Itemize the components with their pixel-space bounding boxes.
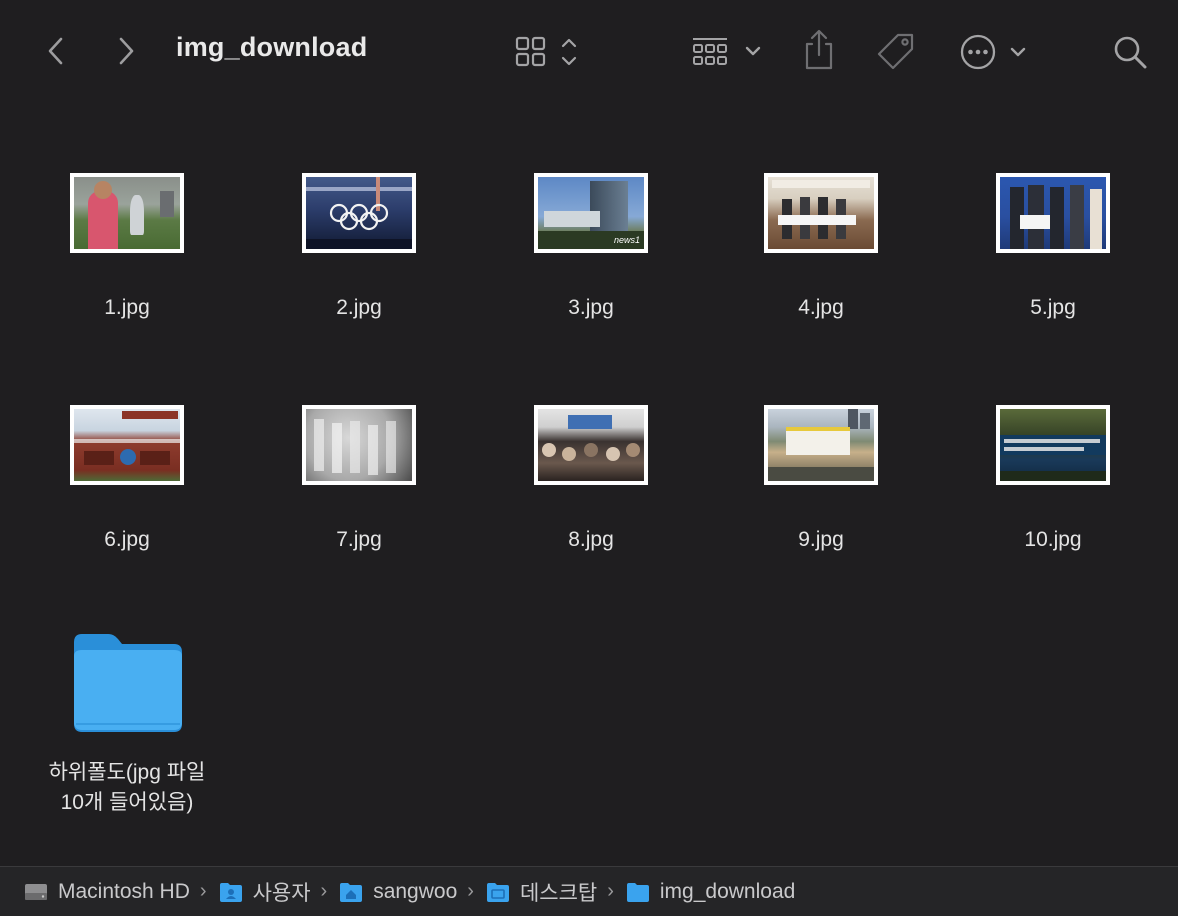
folder-name-line-1: 하위폴도(jpg 파일 xyxy=(48,761,206,784)
folder-name-line-2: 10개 들어있음) xyxy=(60,791,194,814)
file-name: 2.jpg xyxy=(336,296,382,319)
thumbnail xyxy=(996,405,1110,485)
file-name: 10.jpg xyxy=(1024,528,1082,551)
file-name: 9.jpg xyxy=(798,528,844,551)
thumbnail xyxy=(764,173,878,253)
path-label: 사용자 xyxy=(252,881,311,905)
desktop-folder-icon xyxy=(486,882,509,902)
thumbnail xyxy=(534,405,648,485)
folder-icon xyxy=(219,882,242,902)
path-item-macintosh-hd[interactable]: Macintosh HD xyxy=(24,880,190,904)
search-icon[interactable] xyxy=(1110,32,1150,72)
path-label: Macintosh HD xyxy=(58,879,190,903)
chevron-right-icon[interactable] xyxy=(110,34,142,68)
tag-icon[interactable] xyxy=(874,30,918,74)
group-by-icon[interactable] xyxy=(690,34,764,70)
finder-window: img_download 1.jpg 2.jpg news1 3.jpg 4.j… xyxy=(0,0,1178,916)
file-name: 4.jpg xyxy=(798,296,844,319)
file-name: 5.jpg xyxy=(1030,296,1076,319)
home-folder-icon xyxy=(340,882,363,902)
file-item-7[interactable]: 7.jpg xyxy=(244,404,474,574)
file-name: 8.jpg xyxy=(568,528,614,551)
file-item-2[interactable]: 2.jpg xyxy=(244,172,474,342)
file-item-3[interactable]: news1 3.jpg xyxy=(476,172,706,342)
file-item-9[interactable]: 9.jpg xyxy=(706,404,936,574)
share-icon[interactable] xyxy=(800,28,838,72)
path-separator: › xyxy=(320,880,328,902)
ellipsis-circle-icon[interactable] xyxy=(958,32,1032,72)
thumbnail xyxy=(302,405,416,485)
thumbnail xyxy=(302,173,416,253)
file-item-8[interactable]: 8.jpg xyxy=(476,404,706,574)
thumbnail xyxy=(764,405,878,485)
path-separator: › xyxy=(607,880,614,902)
path-item-img-download[interactable]: img_download xyxy=(626,880,795,904)
path-separator: › xyxy=(467,880,474,902)
folder-icon xyxy=(626,882,649,902)
hard-drive-icon xyxy=(25,883,47,900)
path-label: 데스크탑 xyxy=(519,881,598,905)
chevron-left-icon[interactable] xyxy=(40,34,72,68)
thumbnail xyxy=(70,405,184,485)
file-name: 3.jpg xyxy=(568,296,614,319)
folder-icon xyxy=(68,628,188,734)
file-name: 6.jpg xyxy=(104,528,150,551)
path-separator: › xyxy=(199,880,207,902)
folder-name: 하위폴도(jpg 파일 10개 들어있음) xyxy=(12,758,242,818)
path-item-sangwoo[interactable]: sangwoo xyxy=(339,880,457,904)
file-item-1[interactable]: 1.jpg xyxy=(12,172,242,342)
toolbar: img_download xyxy=(0,0,1178,104)
file-name: 7.jpg xyxy=(336,528,382,551)
thumbnail: news1 xyxy=(534,173,648,253)
thumbnail xyxy=(996,173,1110,253)
file-item-4[interactable]: 4.jpg xyxy=(706,172,936,342)
path-item-users[interactable]: 사용자 xyxy=(219,877,311,907)
file-item-10[interactable]: 10.jpg xyxy=(938,404,1168,574)
path-bar: Macintosh HD › 사용자 › sangwoo › 데스크탑 › im… xyxy=(0,866,1178,916)
file-name: 1.jpg xyxy=(104,296,150,319)
file-item-5[interactable]: 5.jpg xyxy=(938,172,1168,342)
thumbnail xyxy=(70,173,184,253)
folder-item[interactable]: 하위폴도(jpg 파일 10개 들어있음) xyxy=(12,624,242,824)
path-label: sangwoo xyxy=(373,879,458,903)
window-title: img_download xyxy=(176,32,368,62)
path-label: img_download xyxy=(659,879,796,903)
file-item-6[interactable]: 6.jpg xyxy=(12,404,242,574)
grid-view-icon[interactable] xyxy=(512,34,584,70)
path-item-desktop[interactable]: 데스크탑 xyxy=(486,877,597,907)
